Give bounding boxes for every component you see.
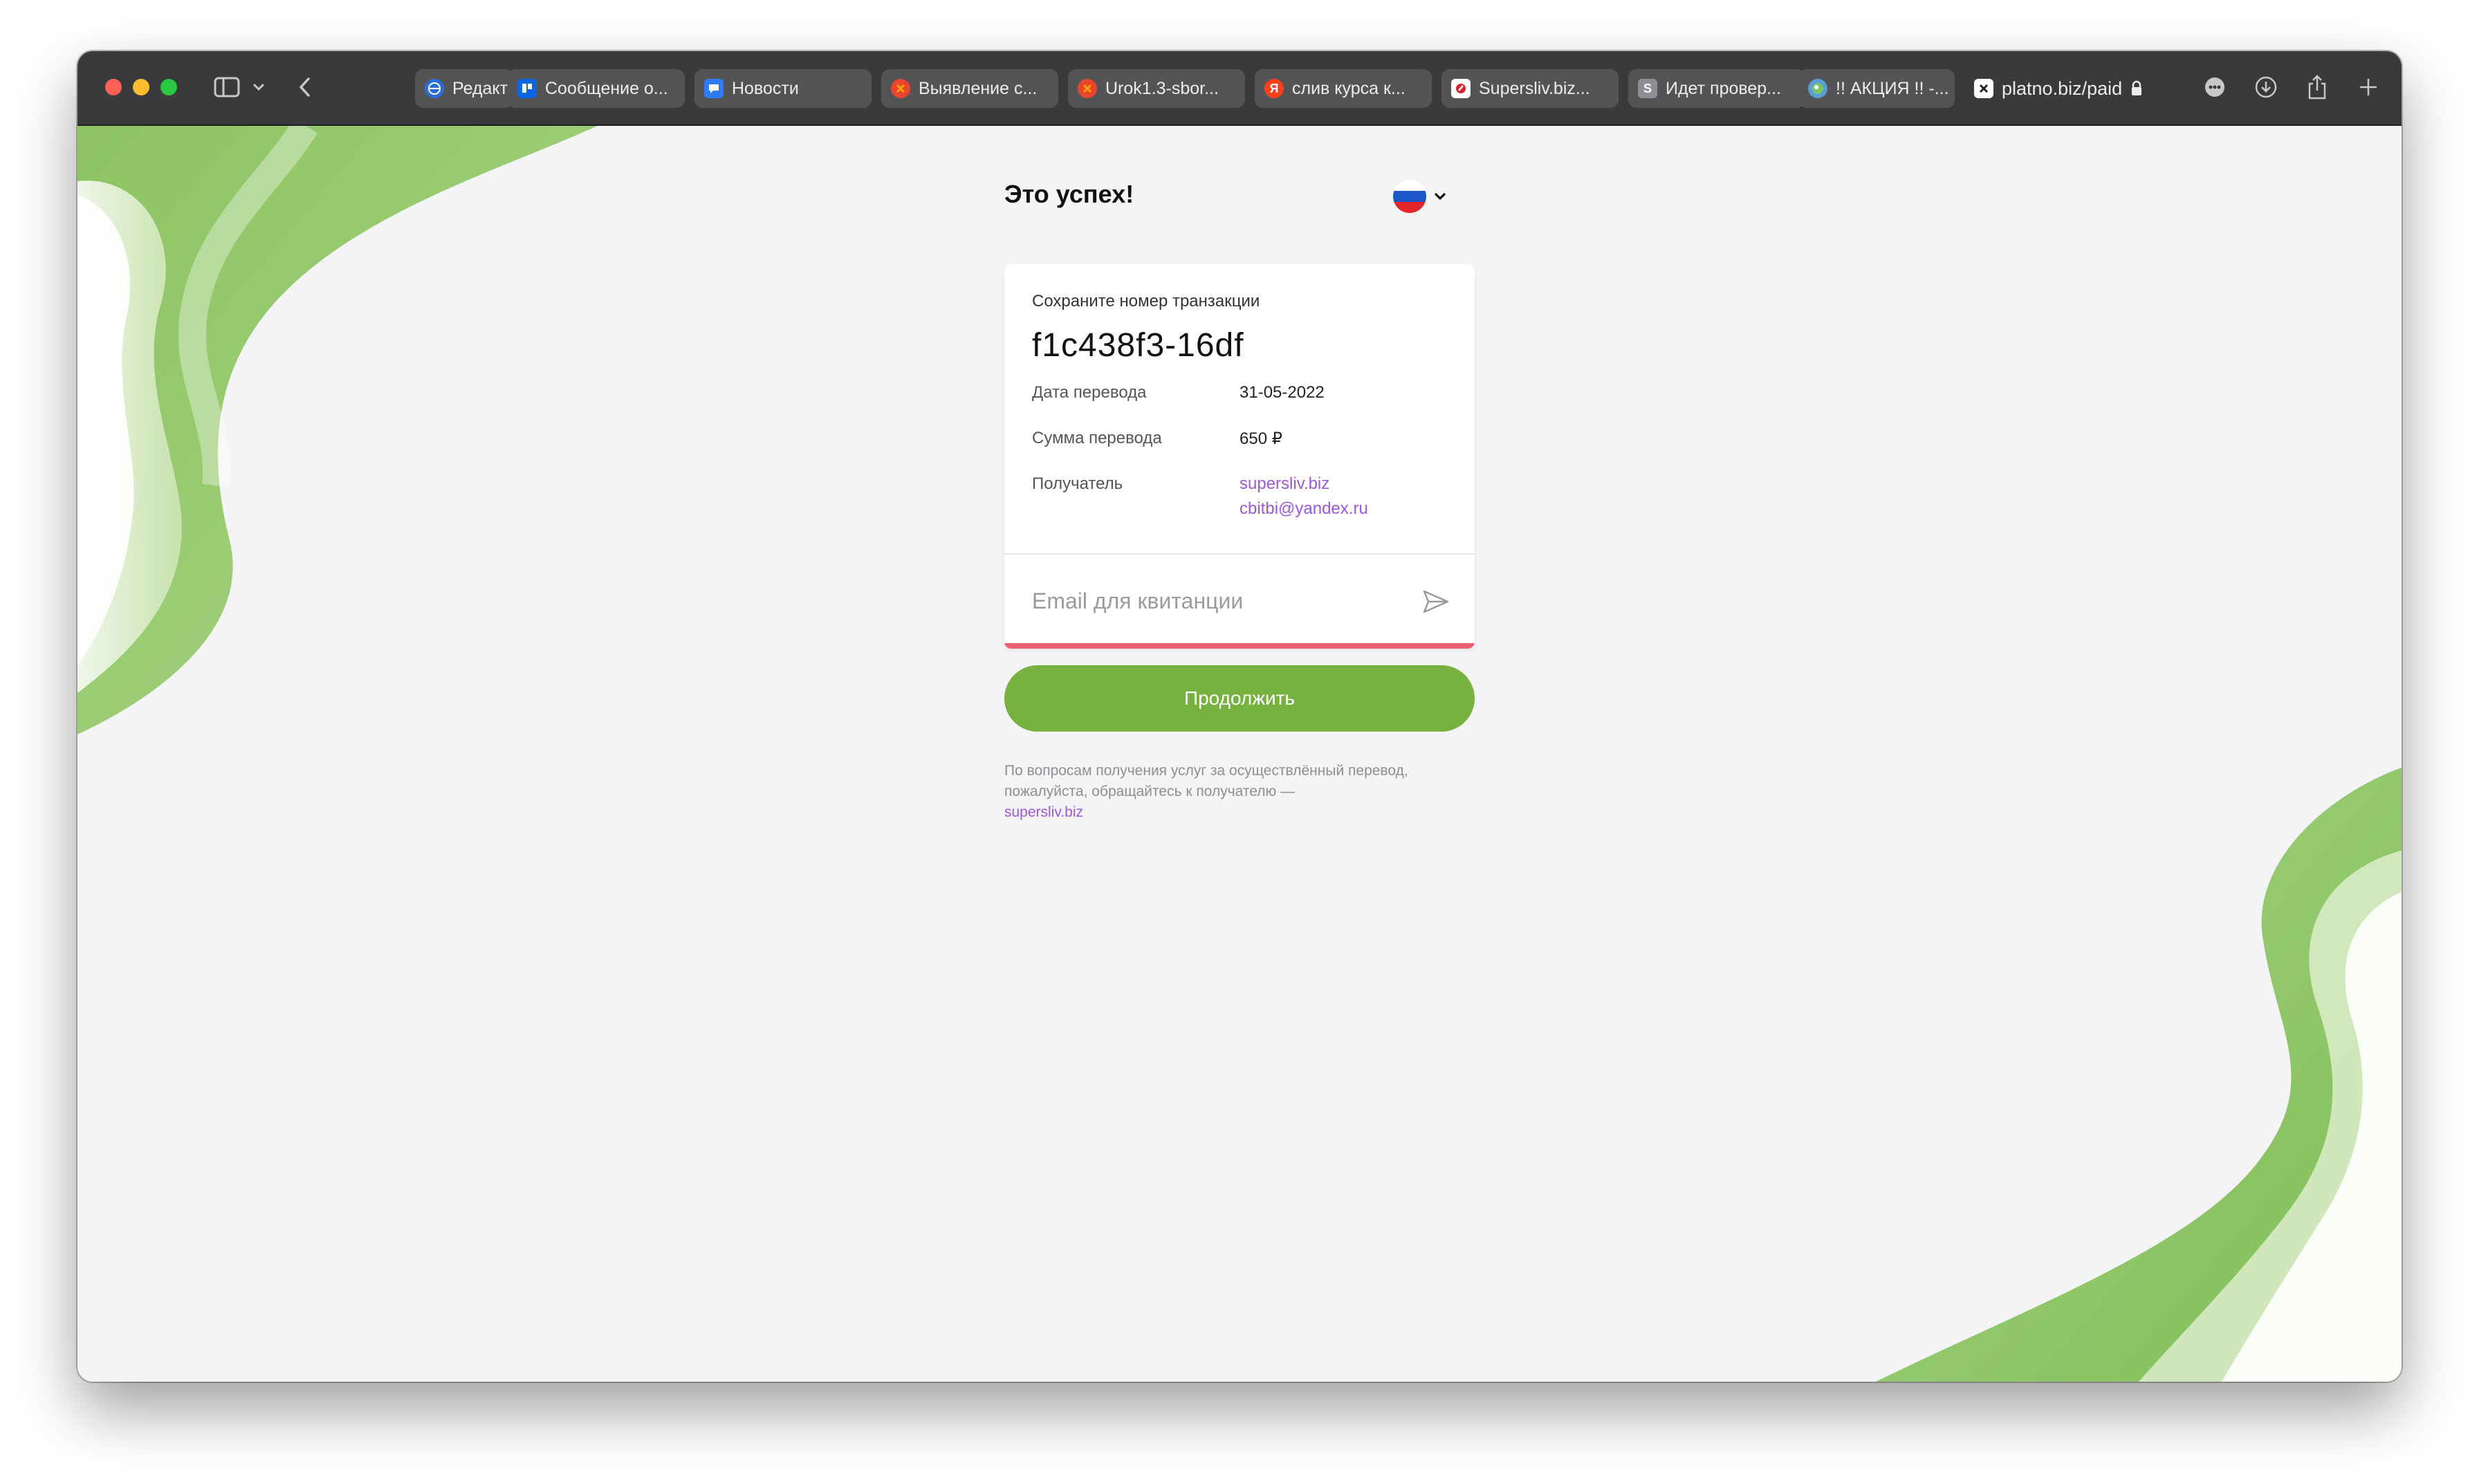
x-icon — [891, 79, 910, 98]
recipient-site-link[interactable]: supersliv.biz — [1240, 474, 1329, 494]
toolbar-right-icons — [2201, 72, 2382, 102]
tab-label: Идет провер... — [1666, 78, 1782, 98]
footnote-link[interactable]: supersliv.biz — [1004, 804, 1083, 820]
chat-icon — [704, 79, 724, 98]
globe-icon — [425, 79, 444, 98]
tab-label: !! АКЦИЯ !! -... — [1836, 78, 1949, 98]
back-icon[interactable] — [293, 72, 317, 102]
browser-tab-active[interactable]: platno.biz/paid — [1964, 69, 2172, 108]
transaction-id: f1c438f3-16df — [1032, 327, 1244, 364]
browser-tab[interactable]: Выявление с... — [881, 69, 1058, 108]
amount-value: 650 ₽ — [1240, 429, 1282, 448]
trello-icon — [517, 79, 537, 98]
tab-label: Supersliv.biz... — [1479, 78, 1590, 98]
minimize-window-button[interactable] — [133, 79, 149, 95]
transaction-hint: Сохраните номер транзакции — [1032, 292, 1260, 310]
share-icon[interactable] — [2303, 72, 2331, 102]
wave-decoration-top-left — [77, 126, 598, 734]
recipient-email-link[interactable]: cbitbi@yandex.ru — [1240, 499, 1368, 519]
new-tab-icon[interactable] — [2354, 72, 2382, 102]
tab-label: Сообщение о... — [545, 78, 668, 98]
wave-decoration-bottom-right — [1876, 768, 2402, 1382]
address-bar-url[interactable]: platno.biz/paid — [2002, 78, 2122, 100]
browser-tab[interactable]: Я слив курса к... — [1255, 69, 1432, 108]
input-error-underline — [1004, 643, 1475, 649]
support-footnote: По вопросам получения услуг за осуществл… — [1004, 761, 1461, 823]
tab-label: Urok1.3-sbor... — [1105, 78, 1219, 98]
chevron-down-icon — [1433, 192, 1447, 201]
transaction-card: Сохраните номер транзакции f1c438f3-16df… — [1004, 264, 1475, 649]
more-icon[interactable] — [2201, 72, 2229, 102]
yandex-icon: Я — [1264, 79, 1284, 98]
browser-window: Редакт Сообщение о... Новости Выявление … — [77, 51, 2402, 1382]
continue-button[interactable]: Продолжить — [1004, 665, 1475, 732]
page-body: Это успех! Сохраните номер транзакции f1… — [77, 126, 2402, 1382]
tab-label: Редакт — [452, 78, 508, 98]
date-label: Дата перевода — [1032, 383, 1147, 402]
globe-icon — [1808, 79, 1827, 98]
send-icon[interactable] — [1421, 586, 1451, 617]
russia-flag-icon — [1393, 180, 1426, 213]
close-window-button[interactable] — [105, 79, 122, 95]
browser-tab[interactable]: Редакт — [415, 69, 513, 108]
tab-label: слив курса к... — [1292, 78, 1406, 98]
tab-label: Выявление с... — [919, 78, 1038, 98]
receipt-email-input[interactable] — [1032, 584, 1419, 618]
date-value: 31-05-2022 — [1240, 383, 1325, 402]
x-icon — [1078, 79, 1097, 98]
page-title: Это успех! — [1004, 180, 1134, 208]
language-selector[interactable] — [1393, 180, 1447, 213]
download-icon[interactable] — [2252, 72, 2280, 102]
footnote-text: По вопросам получения услуг за осуществл… — [1004, 763, 1408, 799]
recipient-label: Получатель — [1032, 474, 1123, 493]
zoom-window-button[interactable] — [160, 79, 177, 95]
browser-tab[interactable]: Urok1.3-sbor... — [1068, 69, 1245, 108]
lock-icon — [2130, 80, 2143, 97]
browser-tab[interactable]: Supersliv.biz... — [1441, 69, 1619, 108]
s-icon: S — [1638, 79, 1657, 98]
amount-label: Сумма перевода — [1032, 429, 1162, 447]
browser-tab[interactable]: S Идет провер... — [1628, 69, 1805, 108]
browser-tab[interactable]: Новости — [694, 69, 872, 108]
tab-label: Новости — [732, 78, 799, 98]
chevron-down-icon[interactable] — [250, 72, 267, 102]
card-divider — [1004, 553, 1475, 555]
x-box-icon — [1974, 79, 1993, 98]
browser-tab[interactable]: !! АКЦИЯ !! -... — [1798, 69, 1955, 108]
supersliv-icon — [1451, 79, 1471, 98]
browser-tab[interactable]: Сообщение о... — [508, 69, 685, 108]
browser-toolbar: Редакт Сообщение о... Новости Выявление … — [77, 51, 2402, 126]
sidebar-toggle-icon[interactable] — [212, 72, 242, 102]
